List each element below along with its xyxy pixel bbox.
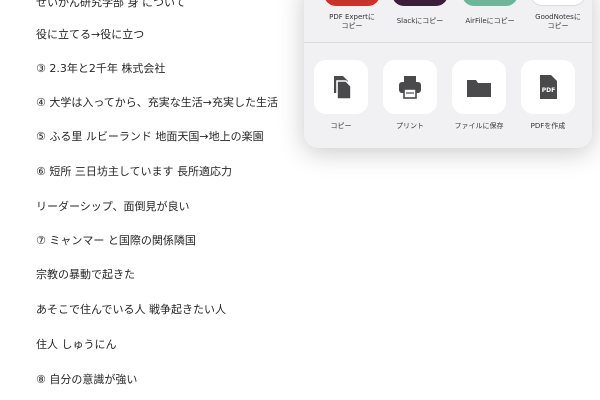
document-line-5: ⑤ ふる里 ルビーランド 地面天国→地上の楽園 xyxy=(36,130,264,143)
document-line-7: リーダーシップ、面倒見が良い xyxy=(36,200,190,213)
share-action-label-save-to-files: ファイルに保存 xyxy=(454,122,504,130)
document-line-12: ⑧ 自分の意識が強い xyxy=(36,373,138,386)
share-action-label-create-pdf: PDFを作成 xyxy=(530,122,566,130)
printer-icon xyxy=(399,76,421,99)
share-action-label-print: プリント xyxy=(396,122,424,130)
save-to-files-action-tile[interactable] xyxy=(452,60,506,114)
create-pdf-action-tile[interactable]: PDF xyxy=(521,60,575,114)
folder-icon xyxy=(467,80,491,97)
share-app-label-goodnotes: GoodNotesに コピー xyxy=(535,13,581,30)
document-line-10: あそこで住んでいる人 戦争起きたい人 xyxy=(36,303,226,316)
share-app-label-airfile: AirFileにコピー xyxy=(465,17,515,25)
share-sheet-divider xyxy=(304,42,592,43)
copy-action-tile[interactable] xyxy=(314,60,368,114)
goodnotes-app-icon[interactable] xyxy=(530,0,586,6)
document-line-11: 住人 しゅうにん xyxy=(36,338,117,351)
airfile-app-icon[interactable] xyxy=(462,0,518,6)
copy-icon xyxy=(334,76,352,100)
document-line-8: ⑦ ミャンマー と国際の関係隣国 xyxy=(36,234,196,247)
pdf-expert-app-icon[interactable] xyxy=(324,0,380,6)
document-line-3: ③ 2.3年と2千年 株式会社 xyxy=(36,62,166,75)
share-app-label-slack: Slackにコピー xyxy=(396,17,444,25)
document-line-4: ④ 大学は入ってから、充実な生活→充実した生活 xyxy=(36,96,279,109)
pdf-document-icon: PDF xyxy=(540,75,557,99)
share-sheet: PDF Expertに コピー Slackにコピー AirFileにコピー Goo… xyxy=(304,0,592,148)
document-line-1: せいかん研究学部 身 について xyxy=(36,0,186,9)
share-action-label-copy: コピー xyxy=(330,122,352,130)
slack-app-icon[interactable] xyxy=(392,0,448,6)
pdf-icon-text: PDF xyxy=(542,87,555,94)
document-line-2: 役に立てる→役に立つ xyxy=(36,28,145,41)
document-line-6: ⑥ 短所 三日坊主しています 長所適応力 xyxy=(36,165,233,178)
share-app-label-pdf-expert: PDF Expertに コピー xyxy=(329,13,375,30)
print-action-tile[interactable] xyxy=(383,60,437,114)
document-line-9: 宗教の暴動で起きた xyxy=(36,268,135,281)
